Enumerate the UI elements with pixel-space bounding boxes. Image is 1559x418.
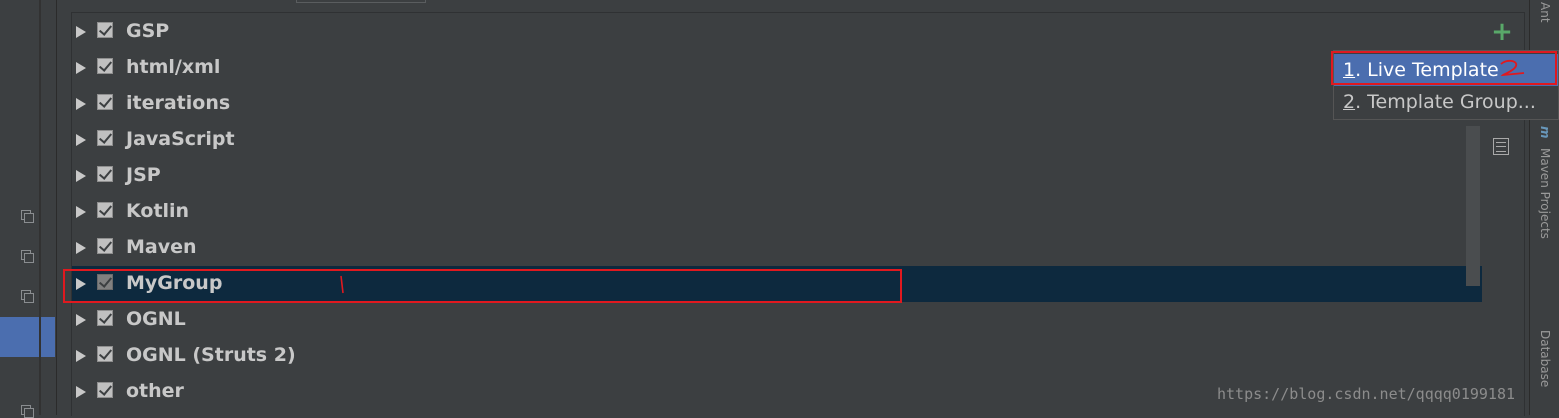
template-group-row[interactable]: OGNL (Struts 2) — [72, 338, 1482, 374]
template-group-row[interactable]: OGNL — [72, 302, 1482, 338]
expand-arrow-icon[interactable] — [76, 278, 86, 290]
group-label: OGNL (Struts 2) — [126, 344, 296, 366]
expand-arrow-icon[interactable] — [76, 386, 86, 398]
group-label: other — [126, 380, 184, 402]
left-strip-selected-item[interactable] — [0, 317, 55, 357]
template-group-row[interactable]: MyGroup — [72, 266, 1482, 302]
template-group-row[interactable]: JSP — [72, 158, 1482, 194]
group-label: Kotlin — [126, 200, 190, 222]
group-label: JSP — [126, 164, 161, 186]
copy-icon[interactable] — [21, 250, 34, 263]
expand-arrow-icon[interactable] — [76, 350, 86, 362]
group-checkbox[interactable] — [97, 382, 113, 398]
group-checkbox[interactable] — [97, 130, 113, 146]
menu-item-label: . Live Template — [1355, 59, 1499, 81]
copy-icon[interactable] — [21, 405, 34, 418]
expand-arrow-icon[interactable] — [76, 62, 86, 74]
group-label: html/xml — [126, 56, 221, 78]
group-checkbox[interactable] — [97, 58, 113, 74]
expand-arrow-icon[interactable] — [76, 170, 86, 182]
group-checkbox[interactable] — [97, 310, 113, 326]
expand-arrow-icon[interactable] — [76, 98, 86, 110]
menu-item-mnemonic: 1 — [1343, 59, 1356, 81]
template-group-row[interactable]: Maven — [72, 230, 1482, 266]
group-label: OGNL — [126, 308, 186, 330]
expand-arrow-icon[interactable] — [76, 134, 86, 146]
expand-arrow-icon[interactable] — [76, 314, 86, 326]
group-label: iterations — [126, 92, 231, 114]
left-tool-strip — [0, 0, 55, 418]
add-popup-menu: 1. Live Template 2. Template Group... — [1333, 50, 1559, 120]
tab-ant[interactable]: Ant — [1538, 2, 1552, 23]
group-checkbox[interactable] — [97, 238, 113, 254]
menu-item-label: . Template Group... — [1355, 91, 1536, 113]
expand-arrow-icon[interactable] — [76, 26, 86, 38]
group-checkbox[interactable] — [97, 166, 113, 182]
group-checkbox[interactable] — [97, 22, 113, 38]
template-group-row[interactable]: html/xml — [72, 50, 1482, 86]
copy-icon[interactable] — [21, 210, 34, 223]
scrollbar[interactable] — [1466, 126, 1480, 286]
group-checkbox[interactable] — [97, 274, 113, 290]
menu-item-mnemonic: 2 — [1343, 91, 1356, 113]
group-label: JavaScript — [126, 128, 235, 150]
menu-item-template-group[interactable]: 2. Template Group... — [1334, 86, 1558, 118]
copy-icon[interactable] — [21, 290, 34, 303]
expand-arrow-icon[interactable] — [76, 206, 86, 218]
watermark: https://blog.csdn.net/qqqq0199181 — [1217, 385, 1516, 403]
group-checkbox[interactable] — [97, 346, 113, 362]
tab-database[interactable]: Database — [1538, 330, 1552, 387]
divider — [56, 0, 57, 415]
group-label: GSP — [126, 20, 170, 42]
group-label: Maven — [126, 236, 197, 258]
divider — [39, 0, 41, 415]
template-group-row[interactable]: JavaScript — [72, 122, 1482, 158]
expand-arrow-icon[interactable] — [76, 242, 86, 254]
template-group-row[interactable]: Kotlin — [72, 194, 1482, 230]
search-field-edge[interactable] — [296, 0, 426, 3]
maven-icon: m — [1538, 126, 1552, 139]
plus-icon[interactable]: + — [1491, 19, 1513, 45]
document-icon[interactable] — [1493, 138, 1509, 155]
group-label: MyGroup — [126, 272, 223, 294]
template-group-row[interactable]: iterations — [72, 86, 1482, 122]
template-group-row[interactable]: GSP — [72, 14, 1482, 50]
menu-item-live-template[interactable]: 1. Live Template — [1334, 54, 1558, 86]
group-checkbox[interactable] — [97, 202, 113, 218]
group-checkbox[interactable] — [97, 94, 113, 110]
tab-maven-projects[interactable]: Maven Projects — [1538, 148, 1552, 239]
